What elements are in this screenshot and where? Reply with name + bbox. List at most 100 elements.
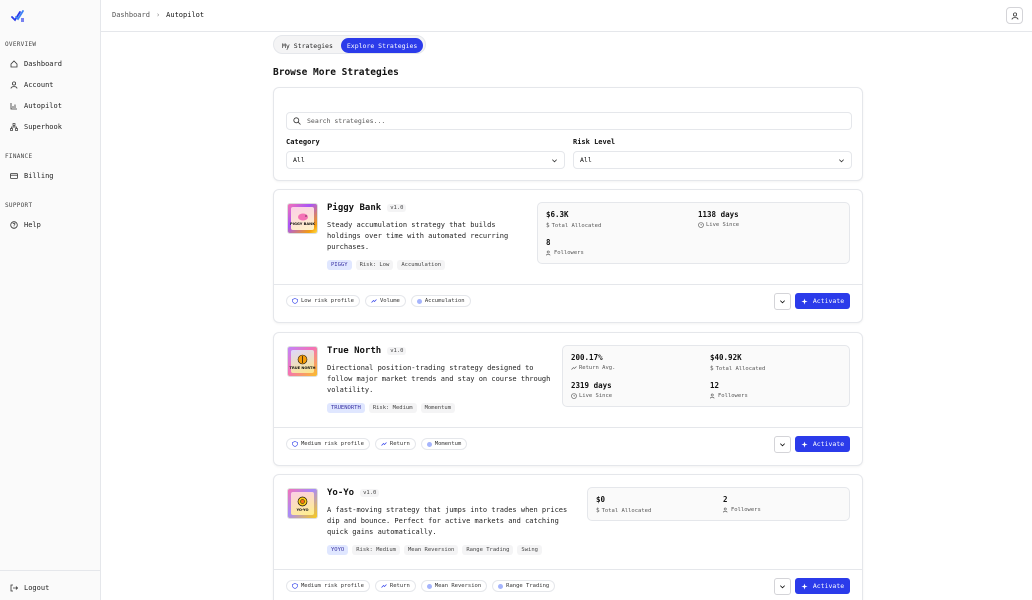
stat-value: 12 — [710, 381, 720, 390]
description-line: Directional position-trading strategy de… — [327, 364, 534, 372]
risk-level-value: All — [580, 156, 592, 164]
category-select[interactable]: All — [286, 151, 565, 169]
stat-label: Followers — [554, 250, 584, 256]
description-line: volatility. — [327, 386, 374, 394]
logout-button[interactable]: Logout — [10, 582, 49, 594]
feature-chip: Return — [374, 438, 416, 450]
compass-icon — [297, 354, 308, 364]
dollar-icon: $ — [710, 365, 714, 372]
sidebar-item-account[interactable]: Account — [10, 79, 54, 91]
sidebar: OVERVIEW Dashboard Account Autopilot Sup… — [0, 0, 101, 600]
brand-logo-icon[interactable] — [11, 9, 25, 23]
strategy-thumbnail: TRUE NORTH — [287, 346, 318, 377]
clock-icon — [571, 393, 577, 399]
stat-live-since: 2319 days Live Since — [571, 381, 612, 399]
sparkles-icon — [801, 582, 808, 590]
yo-yo-icon — [297, 496, 308, 506]
stat-followers: 12 Followers — [710, 381, 748, 399]
logout-icon — [10, 584, 18, 592]
description-line: Steady accumulation strategy that builds — [327, 221, 496, 229]
stat-label: Total Allocated — [601, 507, 652, 514]
description-line: quick gains automatically. — [327, 528, 437, 536]
chip-label: Return — [389, 441, 410, 447]
chevron-down-icon — [780, 585, 785, 589]
shield-icon — [292, 441, 298, 447]
chevron-down-icon — [839, 158, 844, 162]
dollar-icon: $ — [596, 507, 600, 514]
activate-button[interactable]: Activate — [795, 293, 850, 309]
shield-icon — [292, 583, 298, 589]
strategy-thumbnail: YO-YO — [287, 488, 318, 519]
feature-chip: Momentum — [420, 438, 468, 450]
trend-up-icon — [371, 299, 377, 303]
expand-button[interactable] — [774, 578, 791, 595]
stat-label: Live Since — [579, 393, 613, 399]
description-line: follow major market trends and stay on c… — [327, 375, 551, 383]
dot-icon — [426, 441, 432, 447]
strategy-card-yo-yo: YO-YO Yo-Yo v1.0 A fast-moving strategy … — [273, 474, 863, 600]
trend-up-icon — [381, 584, 387, 588]
strategy-tabs: My Strategies Explore Strategies — [273, 35, 427, 54]
sidebar-item-help[interactable]: Help — [10, 219, 41, 231]
expand-button[interactable] — [774, 293, 791, 310]
strategy-description: Steady accumulation strategy that builds… — [327, 220, 508, 253]
sidebar-item-label: Superhook — [24, 123, 62, 131]
category-tag: Range Trading — [462, 545, 514, 555]
activate-label: Activate — [812, 582, 845, 590]
search-icon — [293, 117, 301, 125]
stat-label: Total Allocated — [551, 222, 602, 229]
feature-chip: Accumulation — [410, 295, 471, 307]
thumbnail-text: YO-YO — [296, 507, 309, 512]
stat-value: $0 — [596, 495, 606, 504]
description-line: purchases. — [327, 243, 370, 251]
risk-level-label: Risk Level — [573, 138, 616, 146]
dot-icon — [416, 298, 422, 304]
strategy-card-true-north: TRUE NORTH True North v1.0 Directional p… — [273, 332, 863, 466]
stat-value: 2319 days — [571, 381, 612, 390]
category-value: All — [293, 156, 305, 164]
stat-total-allocated: $6.3K $ Total Allocated — [546, 210, 601, 229]
category-tag: Accumulation — [397, 260, 446, 270]
risk-level-select[interactable]: All — [573, 151, 852, 169]
chevron-down-icon — [780, 443, 785, 447]
sidebar-item-autopilot[interactable]: Autopilot — [10, 100, 62, 112]
activate-button[interactable]: Activate — [795, 436, 850, 452]
sidebar-item-label: Account — [24, 81, 54, 89]
home-icon — [10, 60, 18, 68]
user-icon — [10, 81, 18, 89]
card-footer: Medium risk profile Return Mean Reversio… — [274, 569, 862, 600]
app-root: OVERVIEW Dashboard Account Autopilot Sup… — [0, 0, 1032, 600]
strategy-name: Piggy Bank v1.0 — [327, 203, 407, 213]
piggy-bank-icon — [297, 213, 308, 220]
stat-return-avg: 200.17% Return Avg. — [571, 353, 615, 371]
users-icon — [723, 507, 728, 513]
expand-button[interactable] — [774, 436, 791, 453]
stat-label: Total Allocated — [715, 365, 766, 372]
breadcrumb-item-dashboard[interactable]: Dashboard — [112, 11, 150, 19]
feature-chip: Medium risk profile — [286, 580, 370, 592]
user-menu-button[interactable] — [1006, 7, 1023, 24]
sidebar-item-dashboard[interactable]: Dashboard — [10, 58, 62, 70]
description-line: A fast-moving strategy that jumps into t… — [327, 506, 568, 514]
section-label-finance: FINANCE — [5, 153, 33, 160]
stat-followers: 2 Followers — [723, 495, 761, 513]
tab-my-strategies[interactable]: My Strategies — [276, 38, 339, 53]
stat-label: Followers — [731, 507, 761, 513]
feature-chip: Range Trading — [492, 580, 556, 592]
trend-up-icon — [381, 442, 387, 446]
page-title: Browse More Strategies — [273, 67, 399, 78]
breadcrumb-item-current: Autopilot — [166, 11, 205, 19]
stat-label: Return Avg. — [579, 365, 616, 371]
strategy-name-text: True North — [327, 346, 382, 356]
tab-explore-strategies[interactable]: Explore Strategies — [340, 38, 424, 53]
stat-value: 8 — [546, 238, 551, 247]
feature-chip: Volume — [364, 295, 406, 307]
search-input[interactable]: Search strategies... — [286, 112, 852, 130]
chip-label: Medium risk profile — [301, 441, 364, 447]
strategy-thumbnail: PIGGY BANK — [287, 203, 318, 234]
feature-chip: Mean Reversion — [420, 580, 488, 592]
sidebar-item-superhook[interactable]: Superhook — [10, 121, 62, 133]
activate-button[interactable]: Activate — [795, 578, 850, 594]
version-badge: v1.0 — [360, 489, 380, 497]
sidebar-item-billing[interactable]: Billing — [10, 170, 54, 182]
